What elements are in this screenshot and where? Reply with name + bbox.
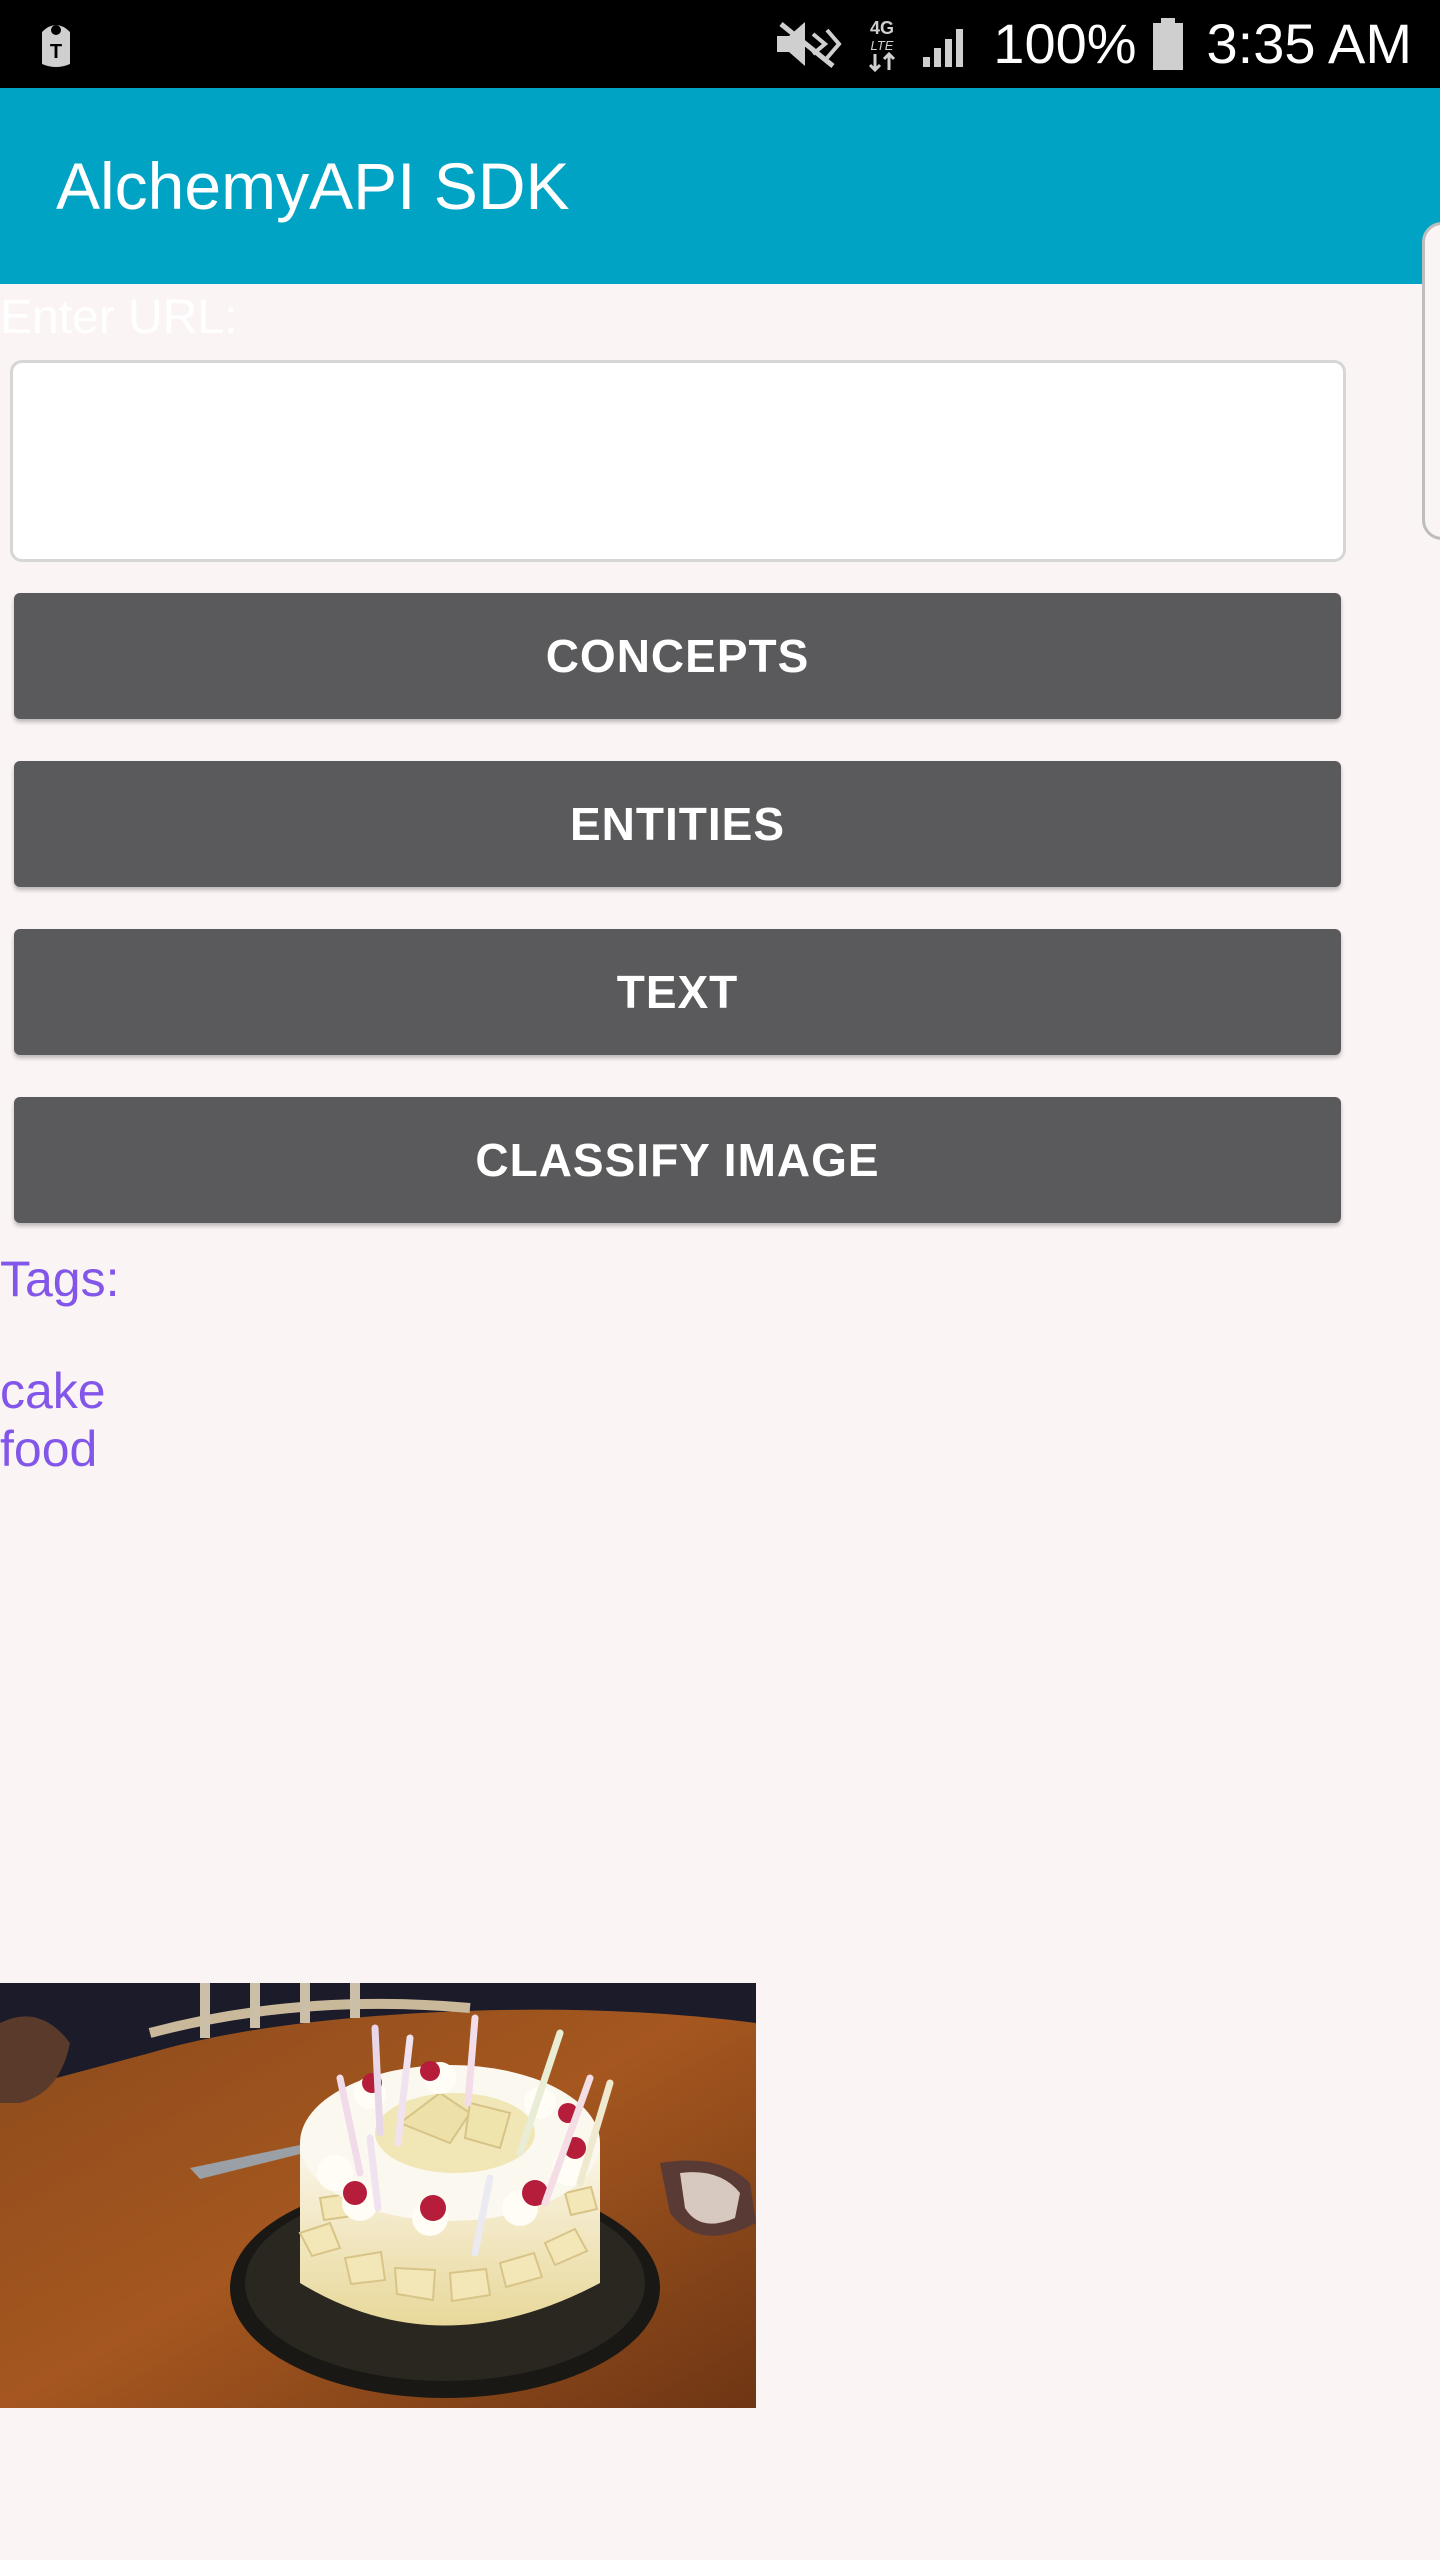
side-drawer-handle[interactable] <box>1422 222 1440 540</box>
svg-text:4G: 4G <box>870 18 894 38</box>
url-label: Enter URL: <box>0 291 238 344</box>
carrier-logo-icon: T <box>32 18 80 70</box>
classify-image-button[interactable]: CLASSIFY IMAGE <box>14 1097 1341 1223</box>
tag-item: food <box>0 1421 98 1477</box>
svg-text:LTE: LTE <box>871 38 894 53</box>
mute-icon <box>773 18 843 70</box>
4g-lte-icon: 4G LTE <box>865 16 899 72</box>
battery-percent: 100% <box>993 12 1137 75</box>
svg-text:T: T <box>50 41 62 63</box>
concepts-button[interactable]: CONCEPTS <box>14 593 1341 719</box>
tag-item: cake <box>0 1363 106 1419</box>
status-icons: 4G LTE 100% 3:35 AM <box>773 0 1412 88</box>
cake-photo <box>0 1983 756 2408</box>
app-bar: AlchemyAPI SDK <box>0 88 1440 284</box>
entities-button[interactable]: ENTITIES <box>14 761 1341 887</box>
tags-heading: Tags: <box>0 1251 120 1307</box>
tag-list: cake food <box>0 1362 120 1478</box>
app-title: AlchemyAPI SDK <box>56 149 570 223</box>
url-input[interactable] <box>10 360 1346 562</box>
status-bar: T 4G LTE 100% 3:35 AM <box>0 0 1440 88</box>
status-time: 3:35 AM <box>1206 12 1412 75</box>
text-button[interactable]: TEXT <box>14 929 1341 1055</box>
battery-icon <box>1151 16 1185 72</box>
tags-result: Tags: cake food <box>0 1250 120 1478</box>
signal-icon <box>921 19 971 69</box>
